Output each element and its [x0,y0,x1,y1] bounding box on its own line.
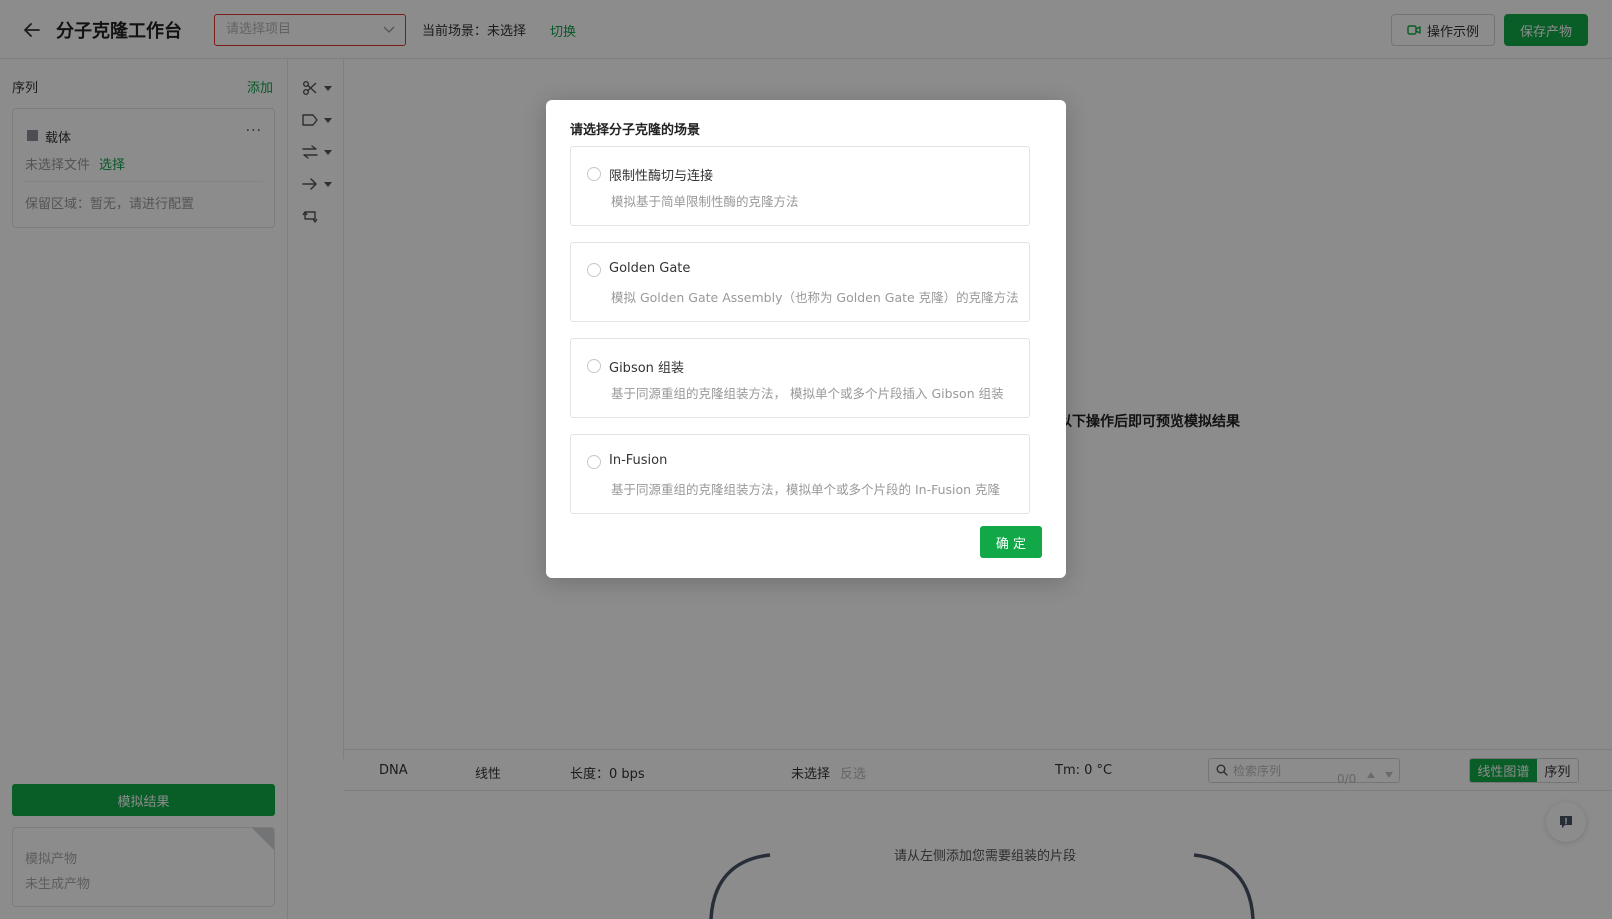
confirm-button[interactable]: 确 定 [980,526,1042,558]
scene-option-desc: 基于同源重组的克隆组装方法，模拟单个或多个片段的 In-Fusion 克隆 [611,482,1001,497]
radio-icon[interactable] [587,263,601,277]
scene-option-restriction[interactable]: 限制性酶切与连接 模拟基于简单限制性酶的克隆方法 [570,146,1030,226]
scene-option-gibson[interactable]: Gibson 组装 基于同源重组的克隆组装方法， 模拟单个或多个片段插入 Gib… [570,338,1030,418]
radio-icon[interactable] [587,359,601,373]
scene-option-title: 限制性酶切与连接 [609,169,714,184]
scene-select-modal: 请选择分子克隆的场景 限制性酶切与连接 模拟基于简单限制性酶的克隆方法 Gold… [546,100,1066,578]
scene-option-title: Golden Gate [609,261,691,276]
modal-title: 请选择分子克隆的场景 [570,123,701,138]
scene-option-desc: 模拟基于简单限制性酶的克隆方法 [611,194,799,209]
scene-option-title: In-Fusion [609,453,668,468]
scene-option-golden-gate[interactable]: Golden Gate 模拟 Golden Gate Assembly（也称为 … [570,242,1030,322]
scene-option-desc: 基于同源重组的克隆组装方法， 模拟单个或多个片段插入 Gibson 组装 [611,386,1004,401]
scene-option-title: Gibson 组装 [609,361,685,376]
scene-option-in-fusion[interactable]: In-Fusion 基于同源重组的克隆组装方法，模拟单个或多个片段的 In-Fu… [570,434,1030,514]
radio-icon[interactable] [587,455,601,469]
scene-option-desc: 模拟 Golden Gate Assembly（也称为 Golden Gate … [611,290,1019,305]
radio-icon[interactable] [587,167,601,181]
